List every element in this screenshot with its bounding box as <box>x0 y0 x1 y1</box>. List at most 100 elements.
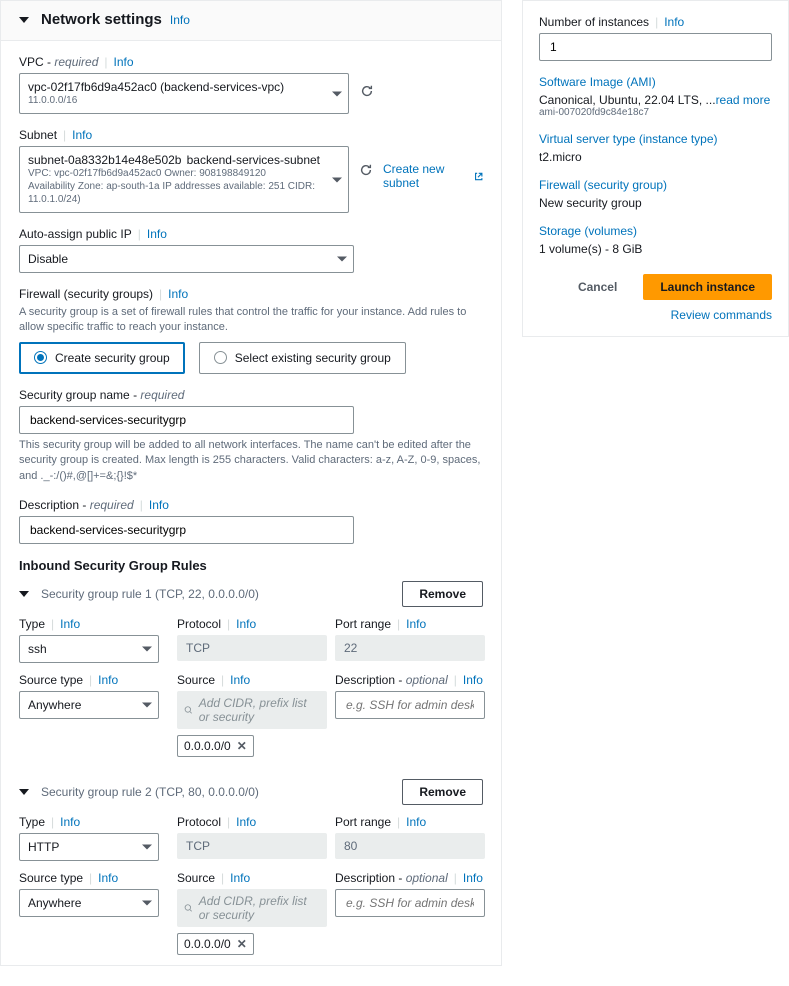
chevron-down-icon <box>332 91 342 96</box>
panel-body: VPC - required | Info vpc-02f17fb6d9a452… <box>1 41 501 965</box>
autoip-select[interactable]: Disable <box>19 245 354 273</box>
autoip-info-link[interactable]: Info <box>147 227 167 241</box>
panel-info-link[interactable]: Info <box>170 13 190 27</box>
ami-value: Canonical, Ubuntu, 22.04 LTS, ...read mo… <box>539 93 772 107</box>
rule1-remove-button[interactable]: Remove <box>402 581 483 607</box>
ami-read-more[interactable]: read more <box>716 93 771 107</box>
vpc-field: VPC - required | Info vpc-02f17fb6d9a452… <box>19 55 483 114</box>
num-instances-input[interactable] <box>548 39 763 55</box>
rule1-type-select[interactable]: ssh <box>19 635 159 663</box>
autoip-field: Auto-assign public IP | Info Disable <box>19 227 483 273</box>
vpc-info-link[interactable]: Info <box>114 55 134 69</box>
summary-panel: Number of instances | Info Software Imag… <box>522 0 789 337</box>
sgdesc-info-link[interactable]: Info <box>149 498 169 512</box>
select-sg-radio[interactable]: Select existing security group <box>199 342 406 374</box>
subnet-select[interactable]: subnet-0a8332b14e48e502b backend-service… <box>19 146 349 213</box>
storage-value: 1 volume(s) - 8 GiB <box>539 242 772 256</box>
num-instances-wrap <box>539 33 772 61</box>
rule1-source-input[interactable]: Add CIDR, prefix list or security <box>177 691 327 729</box>
rule1-type-info[interactable]: Info <box>60 617 80 631</box>
rule1-srctype-info[interactable]: Info <box>98 673 118 687</box>
rule1-desc-input[interactable] <box>344 697 476 713</box>
network-settings-panel: Network settings Info VPC - required | I… <box>0 0 502 966</box>
chevron-down-icon <box>142 900 152 905</box>
sgname-help: This security group will be added to all… <box>19 438 483 484</box>
subnet-field: Subnet | Info subnet-0a8332b14e48e502b b… <box>19 128 483 213</box>
rule2-protocol-value: TCP <box>177 833 327 859</box>
rule1-desc-info[interactable]: Info <box>463 673 483 687</box>
sgname-input-wrap <box>19 406 354 434</box>
rule1-toggle-icon[interactable] <box>19 591 29 597</box>
rule2-toggle-icon[interactable] <box>19 789 29 795</box>
rule2-cidr-remove[interactable]: ✕ <box>237 937 247 951</box>
sgdesc-label: Description - required <box>19 498 134 512</box>
rule1-port-label: Port range <box>335 617 391 631</box>
firewall-info-link[interactable]: Info <box>168 287 188 301</box>
create-sg-radio[interactable]: Create security group <box>19 342 185 374</box>
refresh-icon <box>359 163 373 177</box>
chevron-down-icon <box>337 257 347 262</box>
autoip-value: Disable <box>28 252 68 266</box>
rule2-source-input[interactable]: Add CIDR, prefix list or security <box>177 889 327 927</box>
rule2-title: Security group rule 2 (TCP, 80, 0.0.0.0/… <box>41 785 259 799</box>
rule2-port-value: 80 <box>335 833 485 859</box>
rule2-desc-info[interactable]: Info <box>463 871 483 885</box>
rule2-srctype-value: Anywhere <box>28 896 81 910</box>
rule2-desc-input[interactable] <box>344 895 476 911</box>
chevron-down-icon <box>142 646 152 651</box>
collapse-caret-icon[interactable] <box>19 17 29 23</box>
rule1-srctype-select[interactable]: Anywhere <box>19 691 159 719</box>
rule1-protocol-value: TCP <box>177 635 327 661</box>
vpc-select[interactable]: vpc-02f17fb6d9a452ac0 (backend-services-… <box>19 73 349 114</box>
subnet-selected-name: backend-services-subnet <box>187 153 320 167</box>
firewall-help: A security group is a set of firewall ru… <box>19 305 483 336</box>
subnet-refresh-button[interactable] <box>359 162 373 178</box>
rule2-type-value: HTTP <box>28 840 59 854</box>
cancel-button[interactable]: Cancel <box>562 275 633 299</box>
rule2-source-info[interactable]: Info <box>230 871 250 885</box>
launch-instance-button[interactable]: Launch instance <box>643 274 772 300</box>
storage-label[interactable]: Storage (volumes) <box>539 224 772 238</box>
rule2-desc-label: Description - optional <box>335 871 448 885</box>
autoip-label: Auto-assign public IP <box>19 227 132 241</box>
num-instances-info[interactable]: Info <box>664 15 684 29</box>
rule2-protocol-info[interactable]: Info <box>236 815 256 829</box>
rule1-port-info[interactable]: Info <box>406 617 426 631</box>
rule2-srctype-select[interactable]: Anywhere <box>19 889 159 917</box>
rule1-source-label: Source <box>177 673 215 687</box>
create-subnet-link[interactable]: Create new subnet <box>383 162 483 190</box>
subnet-line1: VPC: vpc-02f17fb6d9a452ac0 Owner: 908198… <box>28 167 324 180</box>
vpc-label: VPC - required <box>19 55 98 69</box>
radio-icon <box>34 351 47 364</box>
radio-icon <box>214 351 227 364</box>
sg-rule-2: Security group rule 2 (TCP, 80, 0.0.0.0/… <box>19 779 483 955</box>
type-value: t2.micro <box>539 150 772 164</box>
panel-header: Network settings Info <box>1 1 501 41</box>
rule2-source-label: Source <box>177 871 215 885</box>
sgdesc-input[interactable] <box>28 522 345 538</box>
rule2-type-info[interactable]: Info <box>60 815 80 829</box>
sgdesc-field: Description - required | Info <box>19 498 483 544</box>
ami-label[interactable]: Software Image (AMI) <box>539 75 772 89</box>
rule2-remove-button[interactable]: Remove <box>402 779 483 805</box>
rule1-source-info[interactable]: Info <box>230 673 250 687</box>
rule2-srctype-info[interactable]: Info <box>98 871 118 885</box>
rule2-type-select[interactable]: HTTP <box>19 833 159 861</box>
subnet-label: Subnet <box>19 128 57 142</box>
vpc-refresh-button[interactable] <box>359 83 375 99</box>
sg-rule-1: Security group rule 1 (TCP, 22, 0.0.0.0/… <box>19 581 483 757</box>
rule1-port-value: 22 <box>335 635 485 661</box>
rule1-srctype-label: Source type <box>19 673 83 687</box>
review-commands-link[interactable]: Review commands <box>671 308 772 322</box>
type-label[interactable]: Virtual server type (instance type) <box>539 132 772 146</box>
rule1-protocol-info[interactable]: Info <box>236 617 256 631</box>
rule1-source-placeholder: Add CIDR, prefix list or security <box>199 696 320 724</box>
fw-label[interactable]: Firewall (security group) <box>539 178 772 192</box>
rule1-desc-label: Description - optional <box>335 673 448 687</box>
select-sg-label: Select existing security group <box>235 351 391 365</box>
subnet-info-link[interactable]: Info <box>72 128 92 142</box>
sgname-input[interactable] <box>28 412 345 428</box>
chevron-down-icon <box>142 844 152 849</box>
rule2-port-info[interactable]: Info <box>406 815 426 829</box>
rule1-desc-wrap <box>335 691 485 719</box>
